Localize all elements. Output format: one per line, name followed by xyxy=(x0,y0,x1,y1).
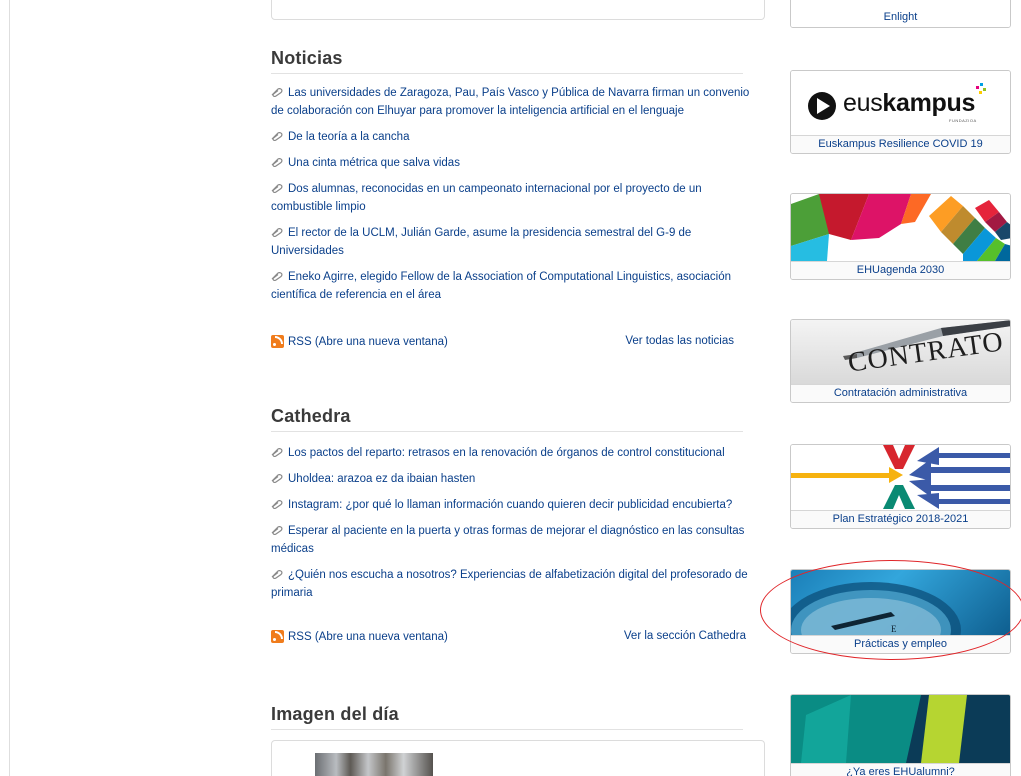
news-list: Las universidades de Zaragoza, Pau, País… xyxy=(271,84,763,312)
clip-icon xyxy=(271,474,283,483)
banner-contratacion[interactable]: CONTRATO Contratación administrativa xyxy=(790,319,1011,403)
clip-icon xyxy=(271,158,283,167)
cathedra-link[interactable]: Esperar al paciente en la puerta y otras… xyxy=(271,525,744,555)
news-rss-label: RSS (Abre una nueva ventana) xyxy=(288,335,448,348)
cathedra-list: Los pactos del reparto: retrasos en la r… xyxy=(271,444,763,610)
clip-icon xyxy=(271,448,283,457)
news-link[interactable]: De la teoría a la cancha xyxy=(288,131,409,143)
clip-icon xyxy=(271,228,283,237)
banner-practicas-caption[interactable]: Prácticas y empleo xyxy=(791,635,1010,653)
news-item: Eneko Agirre, elegido Fellow de la Assoc… xyxy=(271,268,763,304)
cathedra-item: Los pactos del reparto: retrasos en la r… xyxy=(271,444,763,462)
banner-contratacion-image: CONTRATO xyxy=(791,320,1010,384)
banner-practicas-image: E xyxy=(791,570,1010,635)
banner-ehualumni-image xyxy=(791,695,1010,763)
alumni-shapes-icon xyxy=(791,695,1010,763)
news-item: Las universidades de Zaragoza, Pau, País… xyxy=(271,84,763,120)
sdg-wheel-icon xyxy=(791,194,1010,261)
news-link[interactable]: Las universidades de Zaragoza, Pau, País… xyxy=(271,87,749,117)
svg-text:E: E xyxy=(891,624,897,634)
clip-icon xyxy=(271,132,283,141)
banner-enlight[interactable]: Enlight xyxy=(790,0,1011,28)
euskampus-logo-bold: kampus xyxy=(882,89,976,117)
news-item: De la teoría a la cancha xyxy=(271,128,763,146)
banner-ehuagenda[interactable]: EHUagenda 2030 xyxy=(790,193,1011,280)
clip-icon xyxy=(271,500,283,509)
clip-icon xyxy=(271,570,283,579)
cathedra-item: ¿Quién nos escucha a nosotros? Experienc… xyxy=(271,566,763,602)
cathedra-section-title: Cathedra xyxy=(271,406,743,432)
cathedra-link[interactable]: Uholdea: arazoa ez da ibaian hasten xyxy=(288,473,475,485)
banner-plan-caption[interactable]: Plan Estratégico 2018-2021 xyxy=(791,510,1010,528)
news-see-all-link[interactable]: Ver todas las noticias xyxy=(625,335,734,347)
banner-ehualumni-caption[interactable]: ¿Ya eres EHUalumni? xyxy=(791,763,1010,776)
news-link[interactable]: El rector de la UCLM, Julián Garde, asum… xyxy=(271,227,691,257)
cathedra-item: Instagram: ¿por qué lo llaman informació… xyxy=(271,496,763,514)
news-item: El rector de la UCLM, Julián Garde, asum… xyxy=(271,224,763,260)
cathedra-rss-link[interactable]: RSS (Abre una nueva ventana) xyxy=(271,630,448,643)
clip-icon xyxy=(271,272,283,281)
banner-plan-image xyxy=(791,445,1010,510)
banner-practicas[interactable]: E Prácticas y empleo xyxy=(790,569,1011,654)
cathedra-rss-label: RSS (Abre una nueva ventana) xyxy=(288,630,448,643)
cathedra-item: Esperar al paciente en la puerta y otras… xyxy=(271,522,763,558)
news-link[interactable]: Una cinta métrica que salva vidas xyxy=(288,157,460,169)
image-of-day-title: Imagen del día xyxy=(271,704,743,730)
banner-enlight-image xyxy=(791,0,1010,9)
banner-ehuagenda-caption[interactable]: EHUagenda 2030 xyxy=(791,261,1010,279)
news-item: Dos alumnas, reconocidas en un campeonat… xyxy=(271,180,763,216)
news-link[interactable]: Eneko Agirre, elegido Fellow de la Assoc… xyxy=(271,271,731,301)
banner-ehuagenda-image xyxy=(791,194,1010,261)
arrows-icon xyxy=(791,445,1010,509)
clip-icon xyxy=(271,184,283,193)
news-link[interactable]: Dos alumnas, reconocidas en un campeonat… xyxy=(271,183,702,213)
cathedra-feed-row: RSS (Abre una nueva ventana) Ver la secc… xyxy=(271,630,746,648)
banner-contratacion-caption[interactable]: Contratación administrativa xyxy=(791,384,1010,402)
cathedra-item: Uholdea: arazoa ez da ibaian hasten xyxy=(271,470,763,488)
compass-icon: E xyxy=(791,582,961,635)
banner-euskampus-caption[interactable]: Euskampus Resilience COVID 19 xyxy=(791,135,1010,153)
clip-icon xyxy=(271,526,283,535)
banner-ehualumni[interactable]: ¿Ya eres EHUalumni? xyxy=(790,694,1011,776)
clip-icon xyxy=(271,88,283,97)
banner-enlight-caption[interactable]: Enlight xyxy=(791,9,1010,27)
rss-icon xyxy=(271,630,284,643)
rss-icon xyxy=(271,335,284,348)
cathedra-see-section-link[interactable]: Ver la sección Cathedra xyxy=(624,630,746,642)
news-feed-row: RSS (Abre una nueva ventana) Ver todas l… xyxy=(271,335,746,353)
previous-section-box xyxy=(271,0,765,20)
news-section-title: Noticias xyxy=(271,48,743,74)
news-rss-link[interactable]: RSS (Abre una nueva ventana) xyxy=(271,335,448,348)
banner-euskampus-logo: euskampus FUNDAZIOA xyxy=(791,71,1010,135)
euskampus-logo-sub: FUNDAZIOA xyxy=(949,118,977,123)
cathedra-link[interactable]: ¿Quién nos escucha a nosotros? Experienc… xyxy=(271,569,748,599)
left-column-divider xyxy=(9,0,10,776)
news-item: Una cinta métrica que salva vidas xyxy=(271,154,763,172)
banner-euskampus[interactable]: euskampus FUNDAZIOA Euskampus Resilience… xyxy=(790,70,1011,154)
cathedra-link[interactable]: Los pactos del reparto: retrasos en la r… xyxy=(288,447,725,459)
image-of-day-box xyxy=(271,740,765,776)
cathedra-link[interactable]: Instagram: ¿por qué lo llaman informació… xyxy=(288,499,732,511)
banner-plan-estrategico[interactable]: Plan Estratégico 2018-2021 xyxy=(790,444,1011,529)
image-of-day-thumbnail[interactable] xyxy=(315,753,433,776)
euskampus-logo-light: eus xyxy=(843,89,883,117)
